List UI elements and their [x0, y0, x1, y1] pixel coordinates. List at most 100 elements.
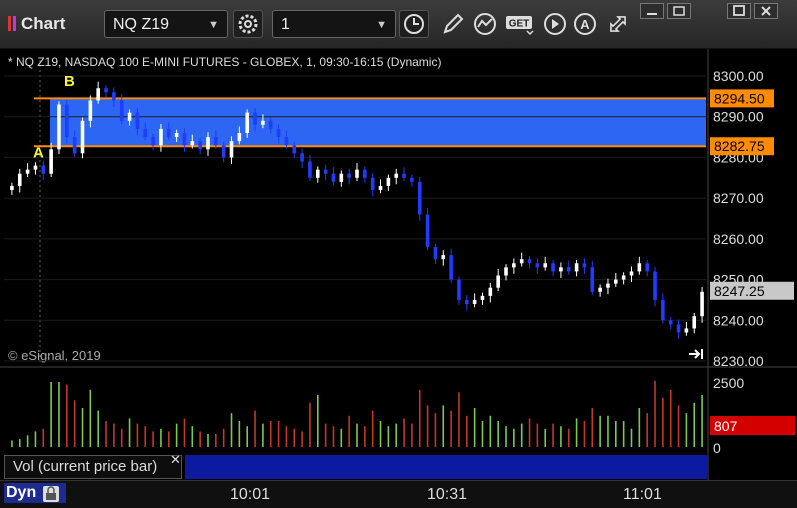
candle	[417, 176, 422, 221]
candle-body	[488, 287, 493, 296]
candle-body	[159, 128, 163, 146]
time-label: 10:31	[427, 486, 468, 503]
marker-b-label: B	[64, 73, 75, 90]
candle-body	[614, 279, 618, 284]
candle-body	[676, 324, 681, 333]
close-icon[interactable]: ✕	[170, 452, 181, 468]
candle-body	[661, 299, 665, 321]
candle-body	[653, 271, 657, 300]
candle-body	[284, 137, 289, 146]
candle-body	[386, 177, 391, 186]
lock-icon[interactable]	[43, 486, 59, 502]
candle-body	[245, 112, 250, 133]
candle-body	[535, 263, 540, 268]
candle-body	[621, 275, 626, 280]
candle-body	[606, 283, 610, 288]
candle-body	[174, 133, 179, 138]
candle-body	[166, 128, 171, 138]
candle-body	[206, 137, 210, 150]
candle-body	[425, 214, 430, 247]
price-tick-label: 8290.00	[713, 109, 764, 125]
candle-body	[10, 185, 14, 190]
candle-body	[88, 100, 93, 121]
candle-body	[637, 263, 642, 272]
candle-body	[261, 120, 265, 125]
candle-body	[472, 299, 477, 304]
candle-body	[574, 263, 579, 272]
candle-body	[645, 263, 649, 272]
candle-body	[96, 88, 100, 101]
zone-rect	[50, 98, 706, 147]
candle-body	[151, 137, 155, 146]
candle-body	[551, 263, 555, 272]
marker-a-label: A	[33, 144, 44, 161]
candle-body	[17, 173, 22, 186]
candle-body	[127, 112, 132, 121]
candle	[65, 99, 69, 144]
candle-body	[684, 328, 689, 333]
time-axis	[0, 480, 797, 508]
candle-body	[292, 145, 297, 154]
candle-body	[543, 263, 548, 268]
candle-body	[566, 267, 571, 272]
zone-low-label: 8282.75	[714, 138, 765, 154]
candle-body	[135, 112, 140, 129]
candle-body	[237, 133, 242, 142]
candle-body	[519, 259, 524, 264]
candle-body	[315, 169, 320, 178]
candle-body	[221, 145, 226, 158]
candle-body	[25, 169, 30, 174]
candle-body	[190, 141, 195, 146]
candle	[57, 101, 61, 155]
candle-body	[276, 128, 281, 138]
candle-body	[496, 275, 500, 288]
candle-body	[300, 153, 304, 162]
candle-body	[347, 173, 351, 178]
candle-body	[65, 104, 69, 138]
candle-body	[417, 181, 422, 215]
candle-body	[182, 133, 187, 146]
candle-body	[363, 169, 367, 178]
candle-body	[464, 299, 469, 304]
candle-body	[112, 92, 116, 101]
candle-body	[692, 316, 697, 329]
dyn-label: Dyn	[6, 484, 37, 501]
candle-body	[402, 173, 406, 178]
price-tick-label: 8230.00	[713, 353, 764, 369]
last-price-label: 8247.25	[714, 283, 765, 299]
price-chart: * NQ Z19, NASDAQ 100 E-MINI FUTURES - GL…	[0, 49, 797, 480]
candle-body	[268, 120, 273, 129]
candle-body	[512, 263, 516, 268]
candle-body	[119, 100, 124, 121]
candle-body	[253, 112, 257, 125]
candle-body	[57, 104, 61, 150]
candle-body	[198, 141, 202, 150]
candle-body	[668, 320, 673, 325]
candle-body	[582, 263, 587, 268]
price-tick-label: 8300.00	[713, 68, 764, 84]
support-resistance-zone[interactable]	[34, 97, 706, 148]
candle-body	[229, 141, 234, 158]
candle-body	[323, 169, 328, 174]
candle-body	[394, 173, 399, 178]
candle-body	[700, 291, 704, 317]
volume-tick-label: 2500	[713, 375, 744, 391]
price-tick-label: 8240.00	[713, 312, 764, 328]
candle-body	[143, 128, 148, 138]
volume-study-label[interactable]: Vol (current price bar)	[4, 455, 182, 479]
chart-title: * NQ Z19, NASDAQ 100 E-MINI FUTURES - GL…	[8, 55, 441, 69]
volume-last-label: 807	[714, 418, 738, 434]
candle-body	[559, 267, 563, 272]
candle-body	[339, 173, 344, 182]
candle-body	[457, 279, 461, 300]
candle-body	[449, 255, 453, 280]
candle-body	[72, 137, 77, 154]
candle-body	[527, 259, 532, 264]
candle-body	[480, 295, 485, 300]
candle-body	[49, 149, 53, 174]
candle-body	[433, 247, 438, 260]
candle-body	[504, 267, 508, 276]
candle-body	[629, 271, 634, 276]
candle-body	[441, 255, 446, 260]
zone-high-label: 8294.50	[714, 90, 765, 106]
